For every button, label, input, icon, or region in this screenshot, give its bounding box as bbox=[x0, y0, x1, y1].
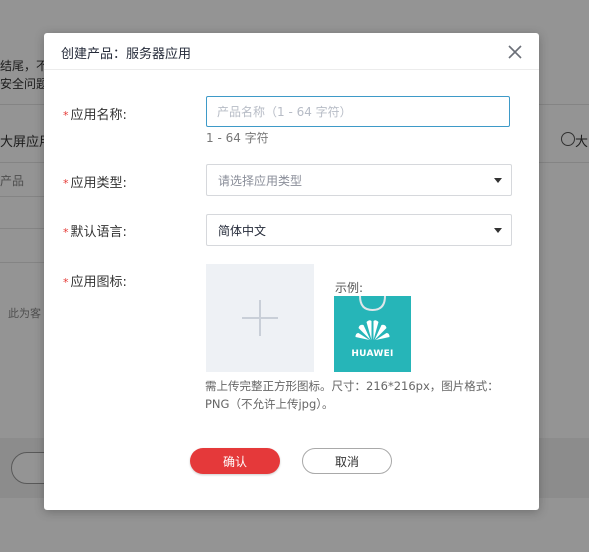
required-mark: * bbox=[63, 226, 69, 239]
app-type-label-text: 应用类型: bbox=[70, 176, 127, 191]
cancel-button[interactable]: 取消 bbox=[302, 448, 392, 474]
default-language-label-text: 默认语言: bbox=[70, 225, 127, 240]
create-product-dialog: 创建产品：服务器应用 *应用名称: 1 - 64 字符 *应用类型: 请选择应用… bbox=[44, 33, 539, 510]
icon-upload-box[interactable] bbox=[206, 264, 314, 372]
app-type-select[interactable]: 请选择应用类型 bbox=[206, 164, 512, 196]
default-language-label: * 默认语言: bbox=[63, 221, 127, 240]
caret-down-icon bbox=[494, 178, 502, 183]
app-icon-label-text: 应用图标: bbox=[70, 275, 127, 290]
caret-down-icon bbox=[494, 228, 502, 233]
app-type-label: * 应用类型: bbox=[63, 172, 127, 191]
required-mark: * bbox=[63, 109, 69, 122]
app-name-hint: 1 - 64 字符 bbox=[206, 131, 269, 145]
example-icon-image: HUAWEI bbox=[334, 296, 411, 372]
upload-requirements-note: 需上传完整正方形图标。尺寸：216*216px，图片格式：PNG（不允许上传jp… bbox=[205, 379, 499, 411]
app-name-label: * 应用名称: bbox=[63, 104, 127, 123]
huawei-logo-icon bbox=[355, 296, 390, 340]
app-icon-label: * 应用图标: bbox=[63, 271, 127, 290]
close-button[interactable] bbox=[505, 42, 525, 62]
dialog-title: 创建产品：服务器应用 bbox=[61, 47, 192, 62]
required-mark: * bbox=[63, 177, 69, 190]
example-label: 示例: bbox=[335, 281, 364, 295]
default-language-select[interactable]: 简体中文 bbox=[206, 214, 512, 246]
app-name-label-text: 应用名称: bbox=[70, 108, 127, 123]
close-icon bbox=[508, 45, 522, 59]
app-type-placeholder: 请选择应用类型 bbox=[218, 174, 303, 188]
app-name-input[interactable] bbox=[206, 96, 510, 127]
required-mark: * bbox=[63, 276, 69, 289]
confirm-button[interactable]: 确认 bbox=[190, 448, 280, 474]
example-brand-text: HUAWEI bbox=[351, 349, 394, 359]
dialog-header: 创建产品：服务器应用 bbox=[44, 33, 539, 70]
default-language-value: 简体中文 bbox=[218, 224, 267, 238]
